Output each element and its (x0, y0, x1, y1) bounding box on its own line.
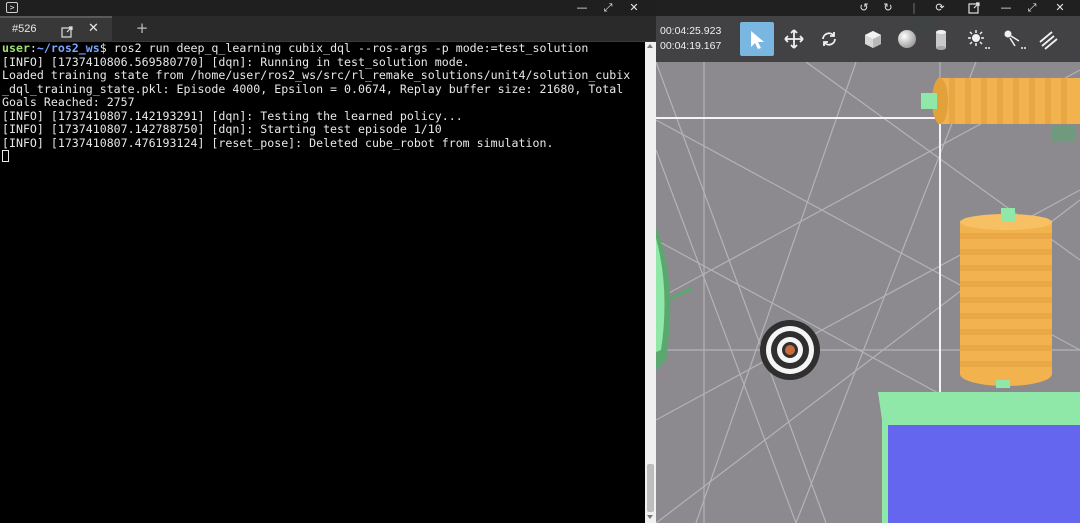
text-cursor (2, 150, 9, 162)
output-line: [INFO] [1737410807.142788750] [dqn]: Sta… (2, 122, 442, 136)
spot-light-icon (1004, 30, 1026, 49)
sim-time: 00:04:25.923 (660, 25, 722, 37)
cube-icon (865, 31, 881, 48)
tab-close-icon[interactable]: ✕ (88, 21, 99, 36)
sphere-shape-button[interactable] (890, 22, 924, 56)
output-line: _dql_training_state.pkl: Episode 4000, E… (2, 81, 624, 96)
directional-light-button[interactable] (1032, 22, 1066, 56)
gazebo-titlebar: ↺ ↻ | ⟳ — ⤢ ✕ (656, 0, 1080, 16)
terminal-output[interactable]: user:~/ros2_ws$ ros2 run deep_q_learning… (2, 42, 642, 517)
obstacle-cylinder-right[interactable] (960, 208, 1052, 388)
sphere-icon (898, 30, 916, 48)
close-icon[interactable]: ✕ (624, 0, 644, 16)
directional-light-icon (1039, 31, 1058, 50)
cylinder-shape-button[interactable] (924, 22, 958, 56)
cursor-line (2, 150, 642, 164)
rotate-icon (822, 32, 836, 46)
gazebo-window[interactable]: ↺ ↻ | ⟳ — ⤢ ✕ 00:04:25.923 00:04:19.167 (656, 0, 1080, 523)
command-line: user:~/ros2_ws$ ros2 run deep_q_learning… (2, 42, 642, 56)
cylinder-icon (936, 30, 946, 50)
spot-light-button[interactable] (996, 22, 1030, 56)
rotate-mode-button[interactable] (812, 22, 846, 56)
gazebo-toolbar: 00:04:25.923 00:04:19.167 (656, 16, 1080, 62)
select-mode-button[interactable] (740, 22, 774, 56)
terminal-app-icon: > (6, 2, 18, 13)
terminal-scrollbar[interactable] (645, 42, 656, 523)
prompt-user: user (2, 42, 30, 55)
redo-icon[interactable]: ↻ (878, 0, 898, 16)
blue-block[interactable] (878, 392, 1080, 523)
undo-icon[interactable]: ↺ (854, 0, 874, 16)
maximize-icon[interactable]: ⤢ (1022, 0, 1042, 16)
terminal-titlebar: > — ⤢ ✕ (0, 0, 656, 16)
divider: | (912, 1, 916, 14)
terminal-tab[interactable]: #526 ✕ (0, 16, 112, 42)
prompt-path: ~/ros2_ws (36, 42, 100, 55)
minimize-icon[interactable]: — (572, 0, 592, 16)
3d-scene-viewport[interactable] (656, 0, 1080, 523)
box-shape-button[interactable] (856, 22, 890, 56)
scroll-up-icon[interactable] (647, 44, 653, 48)
reload-icon[interactable]: ⟳ (930, 0, 950, 16)
scroll-down-icon[interactable] (647, 515, 653, 519)
terminal-tab-bar: #526 ✕ + (0, 16, 656, 42)
command-text: ros2 run deep_q_learning cubix_dql --ros… (106, 42, 589, 55)
output-line: [INFO] [1737410807.476193124] [reset_pos… (2, 135, 554, 150)
maximize-icon[interactable]: ⤢ (598, 0, 618, 16)
popout-icon[interactable] (964, 0, 984, 16)
output-line: Loaded training state from /home/user/ro… (2, 68, 631, 82)
real-time: 00:04:19.167 (660, 40, 722, 52)
close-icon[interactable]: ✕ (1050, 0, 1070, 16)
prompt-dollar: $ (99, 42, 107, 55)
output-line: [INFO] [1737410806.569580770] [dqn]: Run… (2, 54, 470, 69)
arrow-pointer-icon (751, 31, 764, 49)
tab-label: #526 (12, 23, 37, 35)
output-line: Goals Reached: 2757 (2, 95, 135, 109)
minimize-icon[interactable]: — (996, 0, 1016, 16)
scrollbar-thumb[interactable] (647, 464, 654, 512)
translate-mode-button[interactable] (777, 22, 811, 56)
prompt-separator: : (29, 42, 37, 55)
popout-icon[interactable] (61, 23, 73, 38)
goal-target[interactable] (760, 320, 820, 380)
sun-icon (968, 30, 990, 49)
new-tab-button[interactable]: + (134, 19, 150, 37)
terminal-window[interactable]: > — ⤢ ✕ #526 ✕ + user:~/ros2_ws$ ros2 ru… (0, 0, 656, 523)
move-arrows-icon (784, 29, 804, 49)
output-line: [INFO] [1737410807.142193291] [dqn]: Tes… (2, 108, 463, 123)
point-light-button[interactable] (960, 22, 994, 56)
